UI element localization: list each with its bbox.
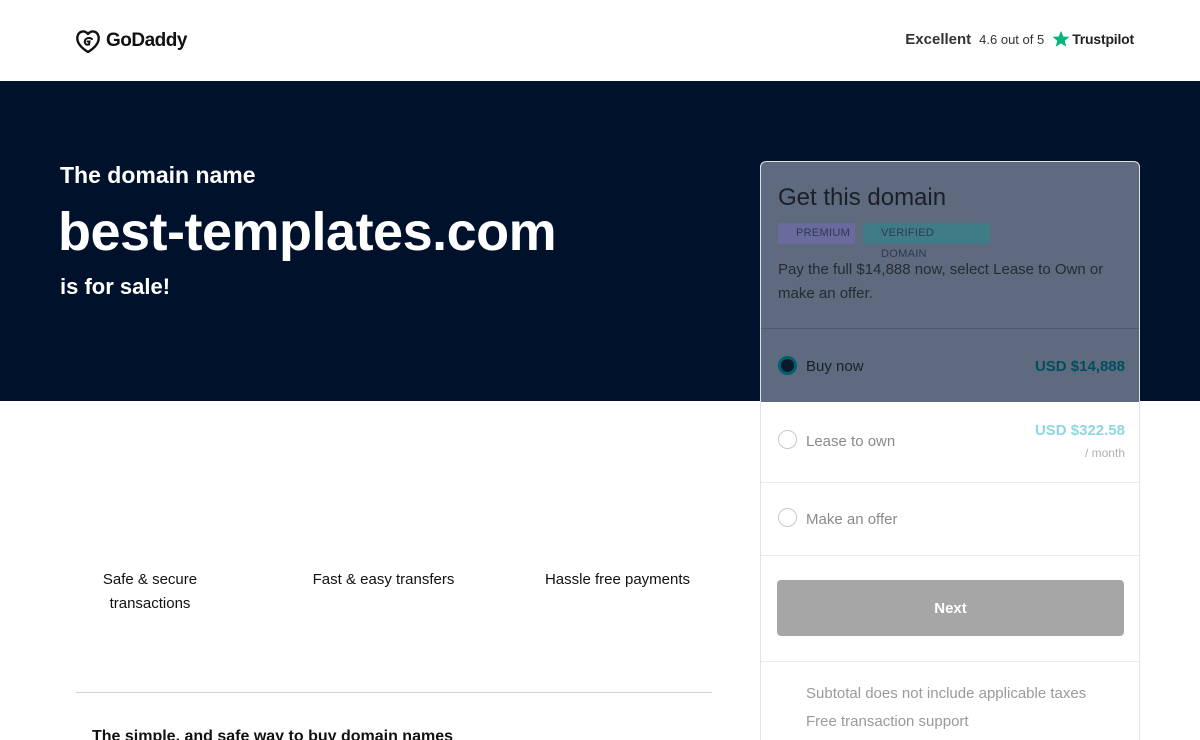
option-make-offer[interactable]: Make an offer bbox=[761, 483, 1139, 556]
hero-pre-title: The domain name bbox=[60, 162, 256, 188]
lease-to-own-price: USD $322.58 bbox=[1034, 422, 1125, 439]
card-header: Get this domain PREMIUM VERIFIED DOMAIN … bbox=[761, 162, 1139, 328]
option-buy-now[interactable]: Buy now USD $14,888 bbox=[761, 328, 1139, 402]
lease-to-own-label: Lease to own bbox=[806, 433, 896, 450]
next-button[interactable]: Next bbox=[777, 580, 1124, 636]
hero-domain-name: best-templates.com bbox=[58, 202, 557, 262]
feature-hassle-free: Hassle free payments bbox=[544, 571, 691, 588]
buy-now-price: USD $14,888 bbox=[1034, 358, 1125, 375]
features-row: Safe & secure transactions Fast & easy t… bbox=[75, 568, 715, 628]
logo-text: GoDaddy bbox=[106, 30, 187, 51]
note-subtotal: Subtotal does not include applicable tax… bbox=[806, 685, 1087, 702]
card-title: Get this domain bbox=[778, 184, 947, 211]
card-description: Pay the full $14,888 now, select Lease t… bbox=[778, 261, 1104, 302]
premium-badge: PREMIUM bbox=[778, 223, 855, 244]
lease-to-own-radio[interactable] bbox=[778, 430, 797, 449]
trustpilot-brand: Trustpilot bbox=[1072, 31, 1134, 47]
section-heading: The simple, and safe way to buy domain n… bbox=[92, 728, 453, 740]
option-lease-to-own[interactable]: Lease to own USD $322.58 / month bbox=[761, 402, 1139, 483]
make-offer-label: Make an offer bbox=[806, 511, 898, 528]
lease-to-own-period: / month bbox=[1084, 446, 1125, 460]
verified-domain-badge: VERIFIED DOMAIN bbox=[863, 223, 990, 260]
purchase-card: Get this domain PREMIUM VERIFIED DOMAIN … bbox=[760, 161, 1140, 740]
trustpilot-score: 4.6 out of 5 bbox=[979, 31, 1045, 47]
trustpilot-rating[interactable]: Excellent 4.6 out of 5 Trustpilot bbox=[905, 30, 1134, 48]
godaddy-heart-icon bbox=[76, 30, 100, 54]
feature-fast-transfers: Fast & easy transfers bbox=[312, 571, 455, 588]
hero-post-title: is for sale! bbox=[60, 274, 171, 299]
note-support: Free transaction support bbox=[806, 713, 969, 730]
godaddy-logo[interactable]: GoDaddy bbox=[75, 28, 187, 54]
buy-now-radio[interactable] bbox=[778, 356, 797, 375]
next-area: Next bbox=[761, 556, 1139, 662]
make-offer-radio[interactable] bbox=[778, 508, 797, 527]
buy-now-label: Buy now bbox=[806, 358, 864, 375]
site-header: GoDaddy Excellent 4.6 out of 5 Trustpilo… bbox=[0, 0, 1200, 81]
trustpilot-rating-word: Excellent bbox=[905, 30, 972, 48]
feature-safe-secure: Safe & secure transactions bbox=[102, 571, 198, 612]
trustpilot-star-icon bbox=[1052, 30, 1070, 47]
section-divider bbox=[76, 692, 712, 693]
